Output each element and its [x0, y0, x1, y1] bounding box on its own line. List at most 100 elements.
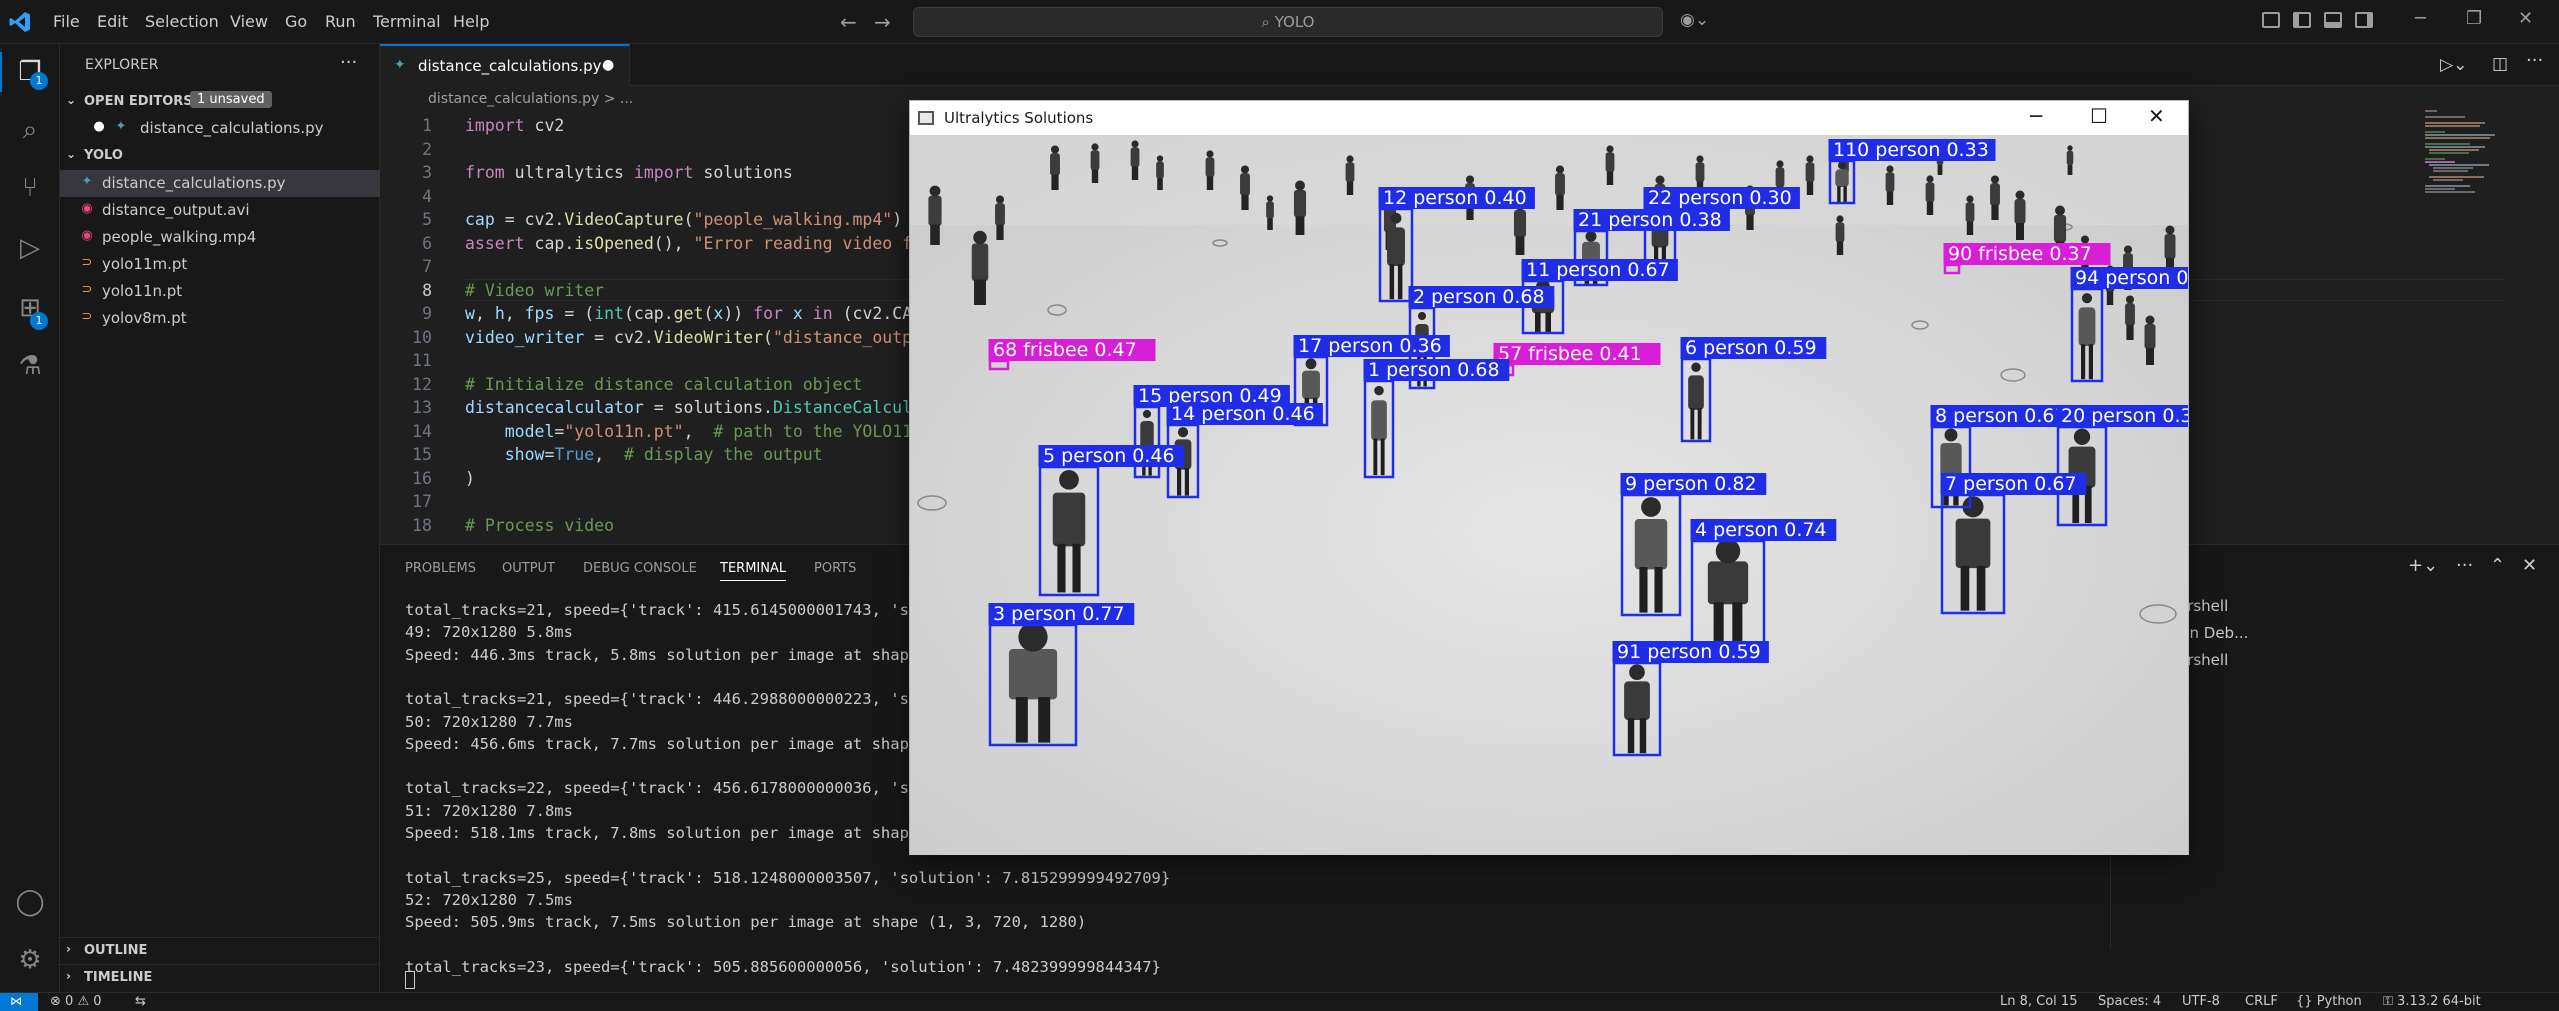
- active-indicator: [0, 52, 2, 92]
- menu-go[interactable]: Go: [285, 12, 307, 31]
- folder-yolo-section[interactable]: ⌄ YOLO: [60, 143, 380, 169]
- minimize-icon[interactable]: ─: [2415, 8, 2426, 29]
- code-token: (: [763, 327, 773, 347]
- tab-ports[interactable]: PORTS: [814, 561, 856, 576]
- code-token: =: [544, 445, 555, 464]
- window-minimize-icon[interactable]: ─: [2030, 104, 2042, 128]
- code-token: (: [683, 210, 694, 229]
- terminal-line: total_tracks=21, speed={'track': 446.298…: [405, 690, 928, 709]
- search-icon[interactable]: ⌕: [14, 114, 46, 146]
- toggle-panel-icon[interactable]: [2324, 12, 2342, 28]
- pedestrian-part: [1305, 358, 1317, 370]
- open-editors-section[interactable]: ⌄ OPEN EDITORS 1 unsaved: [60, 89, 380, 115]
- tab-debug-console[interactable]: DEBUG CONSOLE: [583, 561, 697, 576]
- file-item[interactable]: ◉ people_walking.mp4: [60, 224, 380, 251]
- forward-arrow-icon[interactable]: →: [874, 10, 891, 34]
- ports-icon[interactable]: ⇆: [135, 994, 146, 1009]
- file-item[interactable]: ⊃ yolov8m.pt: [60, 305, 380, 332]
- detection-label: 91 person 0.59: [1617, 641, 1761, 663]
- language-mode[interactable]: {} Python: [2296, 994, 2362, 1009]
- menu-view[interactable]: View: [230, 12, 268, 31]
- window-maximize-icon[interactable]: ☐: [2090, 104, 2108, 128]
- settings-gear-icon[interactable]: ⚙: [14, 944, 46, 976]
- tab-problems[interactable]: PROBLEMS: [405, 561, 476, 576]
- testing-icon[interactable]: ⚗: [14, 350, 46, 382]
- pedestrian-part: [1389, 264, 1395, 300]
- minimap[interactable]: [2425, 110, 2515, 240]
- pedestrian-part: [1052, 492, 1086, 547]
- command-center-search[interactable]: ⌕ YOLO: [913, 7, 1663, 37]
- window-title-bar[interactable]: Ultralytics Solutions ─ ☐ ✕: [910, 101, 2188, 135]
- indentation[interactable]: Spaces: 4: [2098, 994, 2161, 1009]
- menu-selection[interactable]: Selection: [145, 12, 219, 31]
- pedestrian-part: [1142, 409, 1152, 419]
- toggle-sidebar-icon[interactable]: [2293, 12, 2311, 28]
- problems-indicator[interactable]: ⊗ 0 ⚠ 0: [50, 994, 102, 1009]
- restore-icon[interactable]: ❐: [2466, 8, 2482, 29]
- encoding[interactable]: UTF-8: [2182, 994, 2220, 1009]
- end-of-line[interactable]: CRLF: [2245, 994, 2278, 1009]
- customize-layout-icon[interactable]: [2262, 12, 2280, 28]
- unsaved-dot-icon: ●: [93, 119, 105, 134]
- terminal-line: total_tracks=22, speed={'track': 456.617…: [405, 779, 928, 798]
- interpreter-selector[interactable]: ⚿ 3.13.2 64-bit: [2383, 994, 2481, 1009]
- warning-icon: ⚠: [77, 994, 90, 1009]
- source-control-icon[interactable]: ⑂: [14, 172, 46, 204]
- terminal-line: Speed: 446.3ms track, 5.8ms solution per…: [405, 645, 919, 664]
- python-env-icon: ⚿: [2383, 994, 2393, 1009]
- menu-edit[interactable]: Edit: [97, 12, 128, 31]
- line-number: 15: [412, 445, 432, 464]
- line-number: 4: [422, 186, 432, 206]
- terminal-line: total_tracks=21, speed={'track': 415.614…: [405, 601, 928, 619]
- account-icon[interactable]: ◯: [14, 886, 46, 918]
- menu-file[interactable]: File: [53, 12, 80, 31]
- file-item[interactable]: ⊃ yolo11n.pt: [60, 278, 380, 305]
- remote-indicator[interactable]: ⋈: [0, 993, 38, 1011]
- unsaved-dot-icon[interactable]: ●: [602, 57, 614, 73]
- detection-label: 5 person 0.46: [1043, 445, 1175, 467]
- more-actions-icon[interactable]: ···: [2526, 50, 2543, 71]
- close-icon[interactable]: ✕: [2518, 8, 2533, 29]
- extensions-badge: 1: [30, 312, 48, 330]
- line-number: 12: [412, 374, 432, 394]
- menu-run[interactable]: Run: [325, 12, 356, 31]
- menu-terminal[interactable]: Terminal: [373, 12, 441, 31]
- code-token: "people_walking.mp4": [693, 210, 893, 229]
- detection-label: 1 person 0.68: [1368, 359, 1500, 381]
- toggle-secondary-sidebar-icon[interactable]: [2355, 12, 2373, 28]
- window-close-icon[interactable]: ✕: [2148, 104, 2165, 128]
- close-panel-icon[interactable]: ✕: [2522, 555, 2537, 576]
- pedestrian-part: [1184, 468, 1189, 496]
- run-python-file-icon[interactable]: ▷⌄: [2440, 55, 2467, 75]
- cursor-position[interactable]: Ln 8, Col 15: [2000, 994, 2077, 1009]
- pedestrian-part: [1634, 519, 1668, 570]
- ultralytics-window[interactable]: Ultralytics Solutions ─ ☐ ✕ 110 person 0…: [909, 100, 2189, 855]
- tab-distance-calculations[interactable]: ✦ distance_calculations.py ●: [380, 44, 630, 86]
- python-file-icon: ✦: [394, 57, 406, 73]
- more-actions-icon[interactable]: ···: [340, 52, 357, 73]
- back-arrow-icon[interactable]: ←: [840, 10, 857, 34]
- timeline-section[interactable]: › TIMELINE: [60, 964, 380, 990]
- tab-output[interactable]: OUTPUT: [502, 561, 555, 576]
- maximize-panel-icon[interactable]: ⌃: [2490, 555, 2505, 576]
- code-token: h: [494, 304, 505, 323]
- file-item[interactable]: ◉ distance_output.avi: [60, 197, 380, 224]
- line-number: 13: [412, 398, 432, 417]
- detection-label: 6 person 0.59: [1685, 337, 1817, 359]
- new-terminal-icon[interactable]: +⌄: [2408, 555, 2438, 576]
- run-debug-icon[interactable]: ▷: [14, 232, 46, 264]
- more-actions-icon[interactable]: ···: [2456, 555, 2473, 576]
- detection-label: 22 person 0.30: [1648, 187, 1792, 209]
- menu-help[interactable]: Help: [453, 12, 489, 31]
- line-number: 3: [422, 163, 432, 182]
- tab-terminal[interactable]: TERMINAL: [720, 561, 787, 581]
- timeline-label: TIMELINE: [84, 970, 153, 985]
- outline-section[interactable]: › OUTLINE: [60, 937, 380, 963]
- split-editor-icon[interactable]: ◫: [2492, 54, 2508, 74]
- file-item[interactable]: ✦ distance_calculations.py: [60, 170, 380, 197]
- open-editor-item[interactable]: ● ✦ distance_calculations.py: [60, 115, 380, 142]
- copilot-icon[interactable]: ◉⌄: [1680, 10, 1709, 30]
- file-item[interactable]: ⊃ yolo11m.pt: [60, 251, 380, 278]
- breadcrumb[interactable]: distance_calculations.py > ...: [428, 91, 633, 107]
